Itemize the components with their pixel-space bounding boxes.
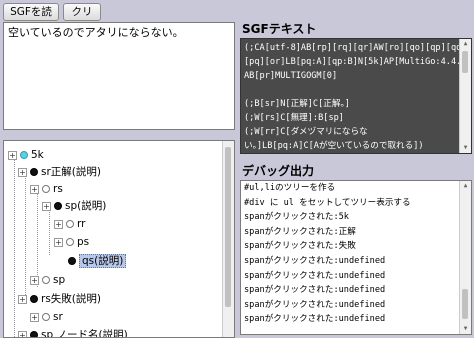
cyan-stone-icon xyxy=(20,151,28,159)
expand-toggle-icon[interactable]: + xyxy=(18,294,27,304)
move-tree[interactable]: +5k + sr正解(説明) + rs + sp(説明) + rr + ps qs(説明) + sp + rs… xyxy=(3,140,235,338)
debug-scrollbar[interactable]: ▲ ▼ xyxy=(459,181,471,334)
sgf-line: (;W[rs]C[無理]:B[sp] xyxy=(244,113,344,123)
tree-node[interactable]: + ps xyxy=(54,234,89,250)
sgf-section-title: SGFテキスト xyxy=(242,22,317,36)
white-stone-icon xyxy=(42,185,50,193)
comment-text: 空いているのでアタリにならない。 xyxy=(8,26,184,39)
debug-line: #div に ul をセットしてツリー表示する xyxy=(244,197,411,208)
tree-guide-line xyxy=(25,175,26,295)
white-stone-icon xyxy=(42,276,50,284)
sgf-line: (;B[sr]N[正解]C[正解。] xyxy=(244,99,350,109)
tree-node[interactable]: + rs xyxy=(30,181,63,197)
debug-line: spanがクリックされた:undefined xyxy=(244,314,386,325)
sgf-line: (;CA[utf-8]AB[rp][rq][qr]AW[ro][qo][qp][… xyxy=(244,43,459,53)
white-stone-icon xyxy=(66,238,74,246)
debug-line: spanがクリックされた:undefined xyxy=(244,255,386,266)
expand-toggle-icon[interactable]: + xyxy=(54,219,63,229)
scroll-down-icon[interactable]: ▼ xyxy=(460,324,471,334)
tree-node-label[interactable]: ps xyxy=(77,236,89,248)
tree-node-label[interactable]: sp xyxy=(53,274,65,286)
tree-node-label[interactable]: rs失敗(説明) xyxy=(41,293,101,305)
tree-node-label[interactable]: rr xyxy=(77,218,85,230)
black-stone-icon xyxy=(30,331,38,337)
tree-node-label[interactable]: sr正解(説明) xyxy=(41,166,101,178)
tree-node[interactable]: + rr xyxy=(54,216,85,232)
sgf-line: い。]LB[pq:A]C[Aが空いているので取れる]) xyxy=(244,141,424,151)
scroll-up-icon[interactable]: ▲ xyxy=(460,39,471,49)
tree-node-label[interactable]: sp ノード名(説明) xyxy=(41,329,128,337)
sgf-scroll-thumb[interactable] xyxy=(462,51,468,73)
black-stone-icon xyxy=(68,257,76,265)
expand-toggle-icon[interactable]: + xyxy=(18,167,27,177)
debug-line: #ul,liのツリーを作る xyxy=(244,183,336,193)
clear-button[interactable]: クリア xyxy=(63,3,101,34)
debug-scroll-thumb[interactable] xyxy=(462,289,468,319)
black-stone-icon xyxy=(54,202,62,210)
tree-node[interactable]: + rs失敗(説明) xyxy=(18,291,101,307)
sgf-line: [pq][or]LB[pq:A][qp:B]N[5k]AP[MultiGo:4.… xyxy=(244,57,459,67)
sgf-line: AB[pr]MULTIGOGM[0] xyxy=(244,71,338,81)
tree-node[interactable]: +5k xyxy=(8,147,44,163)
tree-scrollbar[interactable] xyxy=(222,141,234,337)
tree-node[interactable]: qs(説明) xyxy=(68,253,127,269)
debug-output[interactable]: #ul,liのツリーを作る #div に ul をセットしてツリー表示する span… xyxy=(240,180,472,335)
debug-line: spanがクリックされた:undefined xyxy=(244,299,386,310)
sgf-line: (;W[rr]C[ダメヅマリにならな xyxy=(244,127,368,137)
white-stone-icon xyxy=(42,313,50,321)
tree-guide-line xyxy=(49,207,50,255)
tree-node[interactable]: + sr正解(説明) xyxy=(18,164,101,180)
expand-toggle-icon[interactable]: + xyxy=(30,184,39,194)
black-stone-icon xyxy=(30,168,38,176)
sgf-textarea[interactable]: (;CA[utf-8]AB[rp][rq][qr]AW[ro][qo][qp][… xyxy=(240,38,472,154)
expand-toggle-icon[interactable]: + xyxy=(8,150,17,160)
tree-node[interactable]: + sr xyxy=(30,309,63,325)
expand-toggle-icon[interactable]: + xyxy=(30,275,39,285)
sgf-scrollbar[interactable]: ▲ ▼ xyxy=(459,39,471,153)
scroll-down-icon[interactable]: ▼ xyxy=(460,143,471,153)
debug-line: spanがクリックされた:失敗 xyxy=(244,241,356,252)
tree-node-label[interactable]: sp(説明) xyxy=(65,200,106,212)
debug-line: spanがクリックされた:undefined xyxy=(244,270,386,281)
debug-line: spanがクリックされた:正解 xyxy=(244,226,356,237)
comment-textarea[interactable]: 空いているのでアタリにならない。 xyxy=(3,22,235,130)
black-stone-icon xyxy=(30,295,38,303)
expand-toggle-icon[interactable]: + xyxy=(30,312,39,322)
debug-line: spanがクリックされた:5k xyxy=(244,212,349,223)
tree-node[interactable]: + sp xyxy=(30,272,65,288)
tree-node-label[interactable]: qs(説明) xyxy=(79,254,127,268)
tree-node-label[interactable]: rs xyxy=(53,183,63,195)
tree-node[interactable]: + sp ノード名(説明) xyxy=(18,327,128,337)
debug-section-title: デバッグ出力 xyxy=(242,164,315,178)
expand-toggle-icon[interactable]: + xyxy=(54,237,63,247)
white-stone-icon xyxy=(66,220,74,228)
read-sgf-button[interactable]: SGFを読む xyxy=(3,3,59,34)
tree-node-label[interactable]: sr xyxy=(53,311,63,323)
tree-node[interactable]: + sp(説明) xyxy=(42,198,106,214)
scroll-up-icon[interactable]: ▲ xyxy=(460,181,471,191)
expand-toggle-icon[interactable]: + xyxy=(18,330,27,337)
debug-line: spanがクリックされた:undefined xyxy=(244,285,386,296)
expand-toggle-icon[interactable]: + xyxy=(42,201,51,211)
tree-scroll-thumb[interactable] xyxy=(225,147,231,307)
tree-guide-line xyxy=(14,159,15,337)
tree-node-label[interactable]: 5k xyxy=(31,149,44,161)
sgf-line xyxy=(244,83,459,97)
